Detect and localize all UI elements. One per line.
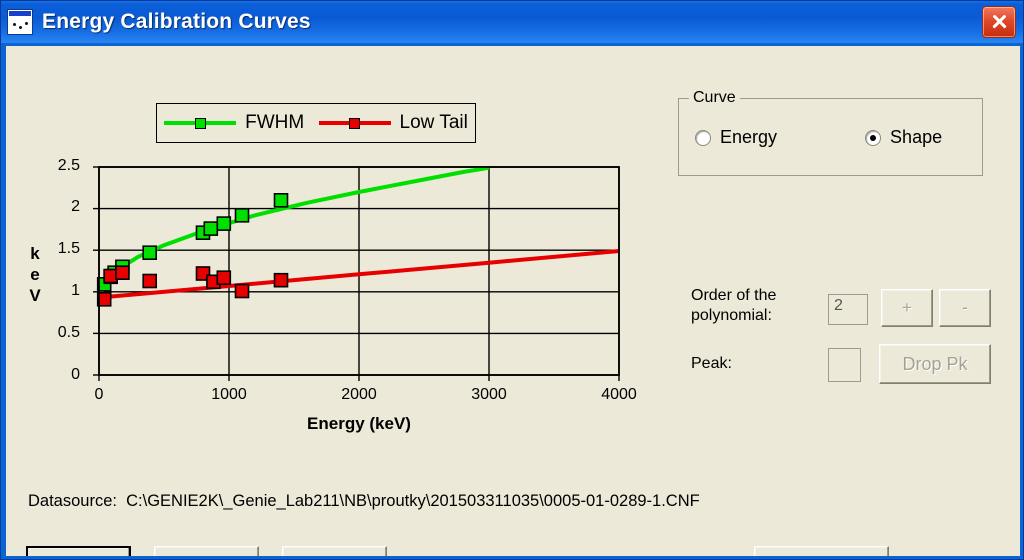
legend-swatch-lowtail: [318, 117, 391, 129]
legend-label-fwhm: FWHM: [245, 112, 305, 133]
radio-option-energy[interactable]: Energy: [695, 127, 777, 148]
energy-calibration-window: Energy Calibration Curves FWHM Low Tail …: [0, 0, 1024, 560]
radio-option-shape[interactable]: Shape: [865, 127, 942, 148]
peak-input[interactable]: [828, 348, 861, 382]
order-value-input[interactable]: 2: [828, 294, 868, 325]
radio-shape-icon[interactable]: [865, 129, 882, 146]
order-of-polynomial-label: Order of the polynomial:: [691, 286, 821, 326]
radio-energy-label: Energy: [720, 127, 778, 147]
increase-order-button[interactable]: +: [881, 289, 933, 327]
peak-label: Peak:: [691, 355, 732, 372]
curve-groupbox: Curve Energy Shape: [678, 89, 983, 176]
print-button[interactable]: Print: [754, 546, 889, 556]
decrease-order-button[interactable]: -: [939, 289, 991, 327]
ok-button[interactable]: OK: [26, 546, 131, 556]
app-icon: [7, 9, 33, 35]
order-label-line2: polynomial:: [691, 307, 772, 324]
chart-legend: FWHM Low Tail: [156, 103, 476, 143]
legend-entry-fwhm: FWHM: [164, 112, 304, 134]
curve-radio-row: Energy Shape: [679, 127, 982, 148]
title-bar: Energy Calibration Curves: [1, 1, 1023, 43]
help-button[interactable]: Help: [282, 546, 387, 556]
calibration-plot: FWHM Low Tail k e V 2.5 2 1.5 1 0.5 0 0: [6, 46, 666, 436]
legend-entry-lowtail: Low Tail: [318, 112, 468, 134]
legend-swatch-fwhm: [164, 117, 237, 129]
window-title: Energy Calibration Curves: [42, 10, 311, 33]
close-icon[interactable]: [982, 6, 1016, 38]
curve-groupbox-title: Curve: [689, 89, 740, 107]
drop-peak-button[interactable]: Drop Pk: [879, 344, 991, 384]
datasource-line: Datasource: C:\GENIE2K\_Genie_Lab211\NB\…: [28, 492, 700, 510]
radio-shape-label: Shape: [890, 127, 943, 147]
calibration-info-text: Datasource: C:\GENIE2K\_Genie_Lab211\NB\…: [28, 448, 700, 556]
client-area: FWHM Low Tail k e V 2.5 2 1.5 1 0.5 0 0: [6, 46, 1020, 556]
radio-energy-icon[interactable]: [695, 129, 711, 146]
legend-label-lowtail: Low Tail: [399, 112, 468, 133]
cancel-button[interactable]: Cancel: [154, 546, 259, 556]
order-label-line1: Order of the: [691, 287, 777, 304]
